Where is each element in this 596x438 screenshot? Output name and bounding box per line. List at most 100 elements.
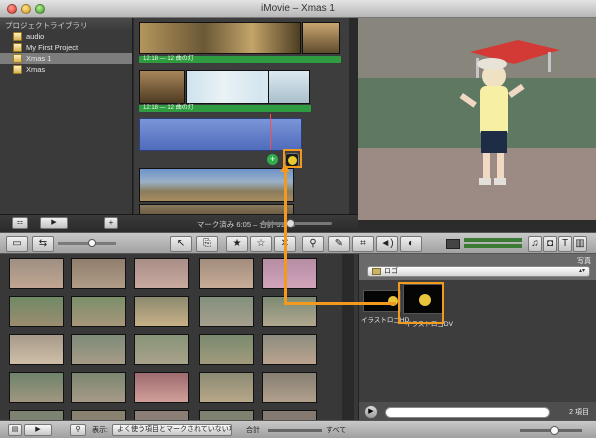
transition-browser-button[interactable]: ▥ (573, 236, 587, 252)
library-item-label: audio (26, 32, 45, 41)
event-clip[interactable] (262, 334, 317, 365)
size-slider-knob[interactable] (88, 239, 96, 247)
unmark-button[interactable]: ☆ (250, 236, 272, 252)
music-browser-button[interactable]: ♫ (528, 236, 542, 252)
event-library-toggle[interactable]: ▤ (8, 424, 22, 436)
event-clip[interactable] (199, 334, 254, 365)
photo-count: 2 項目 (569, 409, 589, 416)
project-icon (13, 32, 22, 41)
library-item-label: My First Project (26, 43, 79, 52)
event-clip[interactable] (262, 296, 317, 327)
highlight-box (398, 282, 444, 324)
project-scrollbar[interactable] (349, 18, 358, 220)
keyword-button[interactable]: ⚲ (302, 236, 324, 252)
event-clip[interactable] (199, 372, 254, 403)
event-clip[interactable] (134, 372, 189, 403)
all-label: すべて (326, 427, 347, 434)
library-item-my-first-project[interactable]: My First Project (0, 42, 132, 53)
eyedropper-button[interactable]: ✎ (328, 236, 350, 252)
highlight-box (283, 149, 302, 168)
main-toolbar: ▭ ⇆ ↖ ⎘ ★ ☆ ✕ ⚲ ✎ ⌗ ◄) ◐ ♫ ◘ T ▥ (0, 232, 596, 254)
album-select-value: ロゴ (384, 268, 398, 275)
select-tool-button[interactable]: ↖ (170, 236, 192, 252)
library-item-xmas[interactable]: Xmas (0, 64, 132, 75)
video-adjust-button[interactable]: ◐ (400, 236, 422, 252)
zoom-slider-knob[interactable] (286, 219, 295, 228)
photo-browser-button[interactable]: ◘ (543, 236, 557, 252)
viewer (358, 18, 596, 220)
project-icon (13, 65, 22, 74)
event-clip[interactable] (262, 372, 317, 403)
album-select[interactable]: ロゴ ▴▾ (367, 266, 590, 277)
select-arrows-icon: ▴▾ (578, 268, 585, 274)
library-header: プロジェクトライブラリ (0, 18, 132, 31)
play-button[interactable]: ▶ (364, 405, 378, 419)
photo-browser: 写真 ロゴ ▴▾ イラストロゴHD イラストロゴDV ▶ 2 項目 (358, 254, 596, 422)
folder-icon (372, 268, 381, 275)
clip-thumbnail[interactable] (302, 22, 340, 54)
event-clip[interactable] (134, 296, 189, 327)
level-meter-left (464, 238, 522, 242)
level-meter-right (464, 244, 522, 248)
audio-clip[interactable] (139, 118, 302, 151)
audio-adjust-button[interactable]: ◄) (376, 236, 398, 252)
library-toggle-button[interactable]: ⚏ (12, 217, 28, 229)
title-browser-button[interactable]: T (558, 236, 572, 252)
event-clip[interactable] (199, 296, 254, 327)
camera-import-button[interactable]: ▭ (6, 236, 28, 252)
library-item-label: Xmas 1 (26, 54, 52, 63)
event-clip[interactable] (71, 296, 126, 327)
voiceover-icon[interactable] (446, 239, 460, 249)
photo-browser-footer: ▶ 2 項目 (359, 402, 596, 422)
project-icon (13, 54, 22, 63)
clip-thumbnail[interactable] (139, 70, 185, 104)
search-event-button[interactable]: ⚲ (70, 424, 86, 436)
add-to-project-button[interactable]: ⎘ (196, 236, 218, 252)
photo-browser-header: 写真 ロゴ ▴▾ (359, 254, 596, 280)
display-label: 表示: (92, 427, 108, 434)
clip-title-bar[interactable]: 12:18 ― 12 曲の灯 (139, 56, 341, 63)
photo-search-input[interactable] (385, 407, 550, 418)
clip-thumbnail[interactable] (139, 22, 301, 54)
play-project-button[interactable]: ▶ (40, 217, 68, 229)
event-clip[interactable] (9, 296, 64, 327)
photo-item-hd[interactable] (363, 290, 401, 312)
swap-button[interactable]: ⇆ (32, 236, 54, 252)
viewer-frame (358, 18, 596, 220)
library-item-xmas-1[interactable]: Xmas 1 (0, 53, 132, 64)
event-clip[interactable] (134, 258, 189, 289)
clip-thumbnail[interactable] (139, 168, 294, 202)
display-filter-select[interactable]: よく使う項目とマークされていない項目 (112, 424, 232, 436)
new-project-button[interactable]: + (104, 217, 118, 229)
size-slider-track[interactable] (58, 242, 116, 245)
playhead[interactable] (270, 114, 271, 150)
thumbnail-size-knob[interactable] (550, 426, 559, 435)
event-browser (0, 254, 358, 422)
drag-guide-line (284, 170, 287, 304)
event-clip[interactable] (9, 372, 64, 403)
add-icon: + (267, 154, 278, 165)
event-clip[interactable] (262, 258, 317, 289)
event-clip[interactable] (134, 334, 189, 365)
project-browser: 12:18 ― 12 曲の灯 12:18 ― 12 曲の灯 + (134, 18, 358, 220)
crop-button[interactable]: ⌗ (352, 236, 374, 252)
photo-browser-title: 写真 (577, 258, 591, 265)
event-clip[interactable] (71, 334, 126, 365)
duration-slider-track[interactable] (268, 429, 322, 432)
event-clip[interactable] (199, 258, 254, 289)
clip-thumbnail[interactable] (268, 70, 310, 104)
event-clip[interactable] (9, 334, 64, 365)
project-status-bar: ⚏ ▶ + マーク済み 6:05 – 合計 31:04 (0, 214, 358, 232)
play-event-button[interactable]: ▶ (24, 424, 52, 436)
clip-title-bar[interactable]: 12:18 ― 12 曲の灯 (139, 105, 311, 112)
favorite-button[interactable]: ★ (226, 236, 248, 252)
event-clip[interactable] (9, 258, 64, 289)
total-label: 合計 (246, 427, 260, 434)
event-scrollbar[interactable] (342, 254, 354, 422)
window-title: iMovie – Xmas 1 (261, 3, 335, 14)
event-clip[interactable] (71, 372, 126, 403)
event-clip[interactable] (71, 258, 126, 289)
title-bar: iMovie – Xmas 1 (0, 0, 596, 18)
zoom-slider-track[interactable] (262, 222, 332, 225)
library-item-audio[interactable]: audio (0, 31, 132, 42)
